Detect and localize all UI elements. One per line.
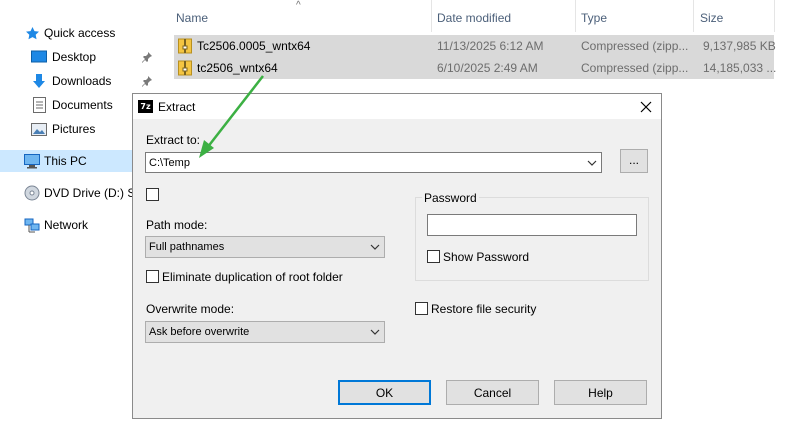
nav-label: DVD Drive (D:) SS — [44, 186, 144, 200]
file-type: Compressed (zipp... — [581, 39, 689, 53]
zip-folder-icon — [178, 60, 192, 76]
extract-to-value[interactable]: C:\Temp — [149, 157, 190, 169]
dialog-titlebar[interactable]: 7z Extract — [133, 94, 661, 119]
password-input[interactable] — [427, 214, 637, 236]
nav-label: Desktop — [52, 50, 97, 64]
chevron-down-icon[interactable] — [585, 156, 599, 170]
file-name: Tc2506.0005_wntx64 — [197, 39, 311, 53]
nav-label: Network — [44, 218, 89, 232]
ok-button[interactable]: OK — [338, 380, 431, 405]
path-mode-select[interactable]: Full pathnames — [145, 236, 385, 258]
overwrite-mode-select[interactable]: Ask before overwrite — [145, 321, 385, 343]
pin-icon[interactable] — [141, 51, 153, 63]
7zip-app-icon: 7z — [138, 100, 153, 113]
extract-to-label: Extract to: — [146, 133, 201, 147]
file-date: 6/10/2025 2:49 AM — [437, 61, 538, 75]
nav-item-desktop[interactable]: Desktop — [0, 46, 170, 68]
chevron-down-icon[interactable] — [368, 325, 382, 339]
restore-security-checkbox[interactable] — [415, 302, 428, 315]
dvd-drive-icon — [24, 185, 40, 201]
browse-label: ... — [628, 153, 639, 167]
file-date: 11/13/2025 6:12 AM — [437, 39, 544, 53]
restore-security-label[interactable]: Restore file security — [431, 302, 536, 316]
nav-item-downloads[interactable]: Downloads — [0, 70, 170, 92]
nav-label: Pictures — [52, 122, 96, 136]
password-group — [415, 197, 649, 281]
dialog-title: Extract — [158, 100, 196, 114]
unlabeled-checkbox[interactable] — [146, 188, 159, 201]
column-header-type[interactable]: Type — [581, 11, 607, 25]
sort-ascending-icon: ^ — [296, 0, 301, 11]
overwrite-mode-value: Ask before overwrite — [149, 326, 250, 338]
file-name: tc2506_wntx64 — [197, 61, 278, 75]
extract-to-combobox[interactable]: C:\Temp — [145, 152, 602, 173]
column-divider[interactable] — [693, 0, 694, 32]
show-password-checkbox[interactable] — [427, 250, 440, 263]
column-header-date-modified[interactable]: Date modified — [437, 11, 511, 25]
file-row[interactable]: Tc2506.0005_wntx64 11/13/2025 6:12 AM Co… — [174, 35, 776, 57]
pictures-icon — [31, 121, 47, 137]
nav-item-quick-access[interactable]: Quick access — [0, 22, 170, 44]
cancel-label: Cancel — [473, 386, 512, 400]
nav-label: Quick access — [44, 26, 116, 40]
nav-label: Documents — [52, 98, 113, 112]
computer-icon — [24, 153, 40, 169]
pin-icon[interactable] — [141, 75, 153, 87]
close-button[interactable] — [631, 94, 661, 119]
path-mode-value: Full pathnames — [149, 241, 225, 253]
chevron-down-icon[interactable] — [368, 240, 382, 254]
column-divider[interactable] — [774, 0, 775, 32]
file-size: 14,185,033 ... — [703, 61, 777, 75]
column-header-name[interactable]: Name — [176, 11, 208, 25]
file-type: Compressed (zipp... — [581, 61, 689, 75]
download-arrow-icon — [31, 73, 47, 89]
help-label: Help — [588, 386, 613, 400]
zip-folder-icon — [178, 38, 192, 54]
column-divider[interactable] — [575, 0, 576, 32]
password-group-label: Password — [422, 191, 479, 205]
file-row[interactable]: tc2506_wntx64 6/10/2025 2:49 AM Compress… — [174, 57, 777, 79]
documents-icon — [31, 97, 47, 113]
extract-dialog: 7z Extract Extract to: C:\Temp ... Path … — [132, 93, 662, 419]
column-divider[interactable] — [431, 0, 432, 32]
nav-label: This PC — [44, 154, 87, 168]
nav-label: Downloads — [52, 74, 112, 88]
eliminate-duplication-label[interactable]: Eliminate duplication of root folder — [162, 270, 343, 284]
file-size: 9,137,985 KB — [703, 39, 776, 53]
help-button[interactable]: Help — [554, 380, 647, 405]
desktop-icon — [31, 49, 47, 65]
ok-label: OK — [375, 386, 394, 400]
path-mode-label: Path mode: — [146, 218, 208, 232]
overwrite-mode-label: Overwrite mode: — [146, 302, 235, 316]
network-icon — [24, 217, 40, 233]
column-header-size[interactable]: Size — [700, 11, 723, 25]
cancel-button[interactable]: Cancel — [446, 380, 539, 405]
close-icon — [640, 101, 652, 112]
browse-button[interactable]: ... — [620, 149, 648, 173]
star-icon — [24, 25, 40, 41]
show-password-label[interactable]: Show Password — [443, 250, 529, 264]
eliminate-duplication-checkbox[interactable] — [146, 270, 159, 283]
